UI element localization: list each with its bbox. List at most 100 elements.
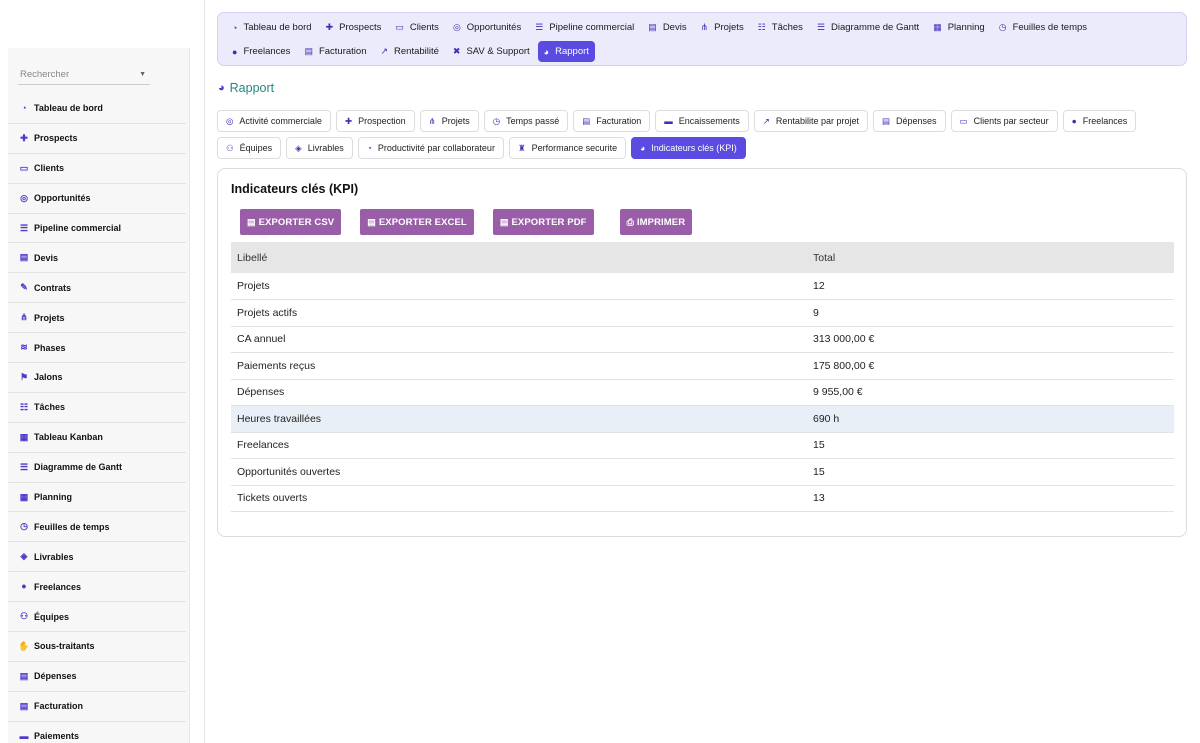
- sidebar-item-projets[interactable]: ⋔ Projets: [8, 303, 186, 334]
- nav-item-opportunites-label: Opportunités: [466, 22, 522, 33]
- tab-temps-passe[interactable]: ◷ Temps passé: [483, 110, 569, 132]
- tab-rentabilite-par-projet[interactable]: ↗ Rentabilite par projet: [753, 110, 868, 132]
- nav-item-freelances[interactable]: ● Freelances: [226, 41, 296, 62]
- nav-item-sav-support[interactable]: ✖ SAV & Support: [447, 41, 536, 62]
- print-button[interactable]: ⎙ IMPRIMER: [619, 209, 693, 235]
- tab-performance-securite[interactable]: ♜ Performance securite: [508, 137, 627, 159]
- table-header-row: Libellé Total: [231, 242, 1174, 273]
- kpi-label-cell: CA annuel: [231, 326, 808, 353]
- export-csv-button[interactable]: ▤ EXPORTER CSV: [240, 209, 342, 235]
- nav-item-pipeline-commercial[interactable]: ☰ Pipeline commercial: [529, 17, 640, 38]
- tab-clients-par-secteur[interactable]: ▭ Clients par secteur: [950, 110, 1058, 132]
- sidebar-item-pipeline-commercial-label: Pipeline commercial: [34, 223, 122, 233]
- sidebar-item-depenses[interactable]: ▤ Dépenses: [8, 662, 186, 692]
- nav-item-facturation[interactable]: ▤ Facturation: [298, 41, 372, 62]
- tab-facturation-label: Facturation: [596, 116, 642, 126]
- clock-icon: ◷: [20, 521, 28, 532]
- nav-item-rentabilite[interactable]: ↗ Rentabilité: [374, 41, 444, 62]
- gauge-icon: ◔: [366, 143, 372, 153]
- sidebar-item-freelances[interactable]: ● Freelances: [8, 572, 186, 603]
- pie-chart-icon: ◕: [640, 143, 646, 153]
- clock-icon: ◷: [998, 22, 1007, 32]
- sidebar-item-opportunites[interactable]: ◎ Opportunités: [8, 184, 186, 214]
- export-excel-button[interactable]: ▤ EXPORTER EXCEL: [360, 209, 474, 235]
- kpi-table: Libellé Total Projets 12 Projets actifs 9 CA…: [231, 242, 1174, 512]
- trophy-icon: ♜: [517, 142, 526, 153]
- id-card-icon: ▭: [19, 162, 29, 173]
- users-icon: ⚇: [19, 611, 29, 622]
- sidebar-item-livrables[interactable]: ◈ Livrables: [8, 542, 186, 573]
- kpi-total-cell: 690 h: [808, 405, 1174, 433]
- user-icon: ●: [1071, 116, 1077, 126]
- kpi-total-cell: 12: [808, 273, 1174, 300]
- sidebar-item-devis[interactable]: ▤ Devis: [8, 243, 186, 274]
- receipt-icon: ▤: [881, 115, 891, 126]
- nav-item-rapport[interactable]: ◕ Rapport: [537, 41, 595, 62]
- sidebar-item-sous-traitants[interactable]: ✋ Sous-traitants: [8, 632, 186, 662]
- sidebar-search-placeholder: Rechercher: [20, 69, 70, 80]
- user-icon: ●: [232, 46, 238, 57]
- sidebar-item-prospects[interactable]: ✚ Prospects: [8, 124, 186, 154]
- sidebar-item-diagramme-de-gantt[interactable]: ☰ Diagramme de Gantt: [8, 453, 186, 483]
- tab-activite-commerciale[interactable]: ◎ Activité commerciale: [217, 110, 331, 132]
- tab-livrables[interactable]: ◈ Livrables: [286, 137, 353, 159]
- nav-item-prospects-label: Prospects: [339, 22, 382, 33]
- calendar-icon: ▦: [933, 22, 942, 32]
- tab-indicateurs-cles-kpi[interactable]: ◕ Indicateurs clés (KPI): [631, 137, 746, 159]
- sidebar-search-select[interactable]: Rechercher ▼: [18, 65, 150, 85]
- tab-freelances[interactable]: ● Freelances: [1062, 110, 1137, 132]
- calendar-icon: ▦: [19, 491, 29, 502]
- sidebar-item-depenses-label: Dépenses: [34, 671, 77, 682]
- nav-item-devis[interactable]: ▤ Devis: [642, 17, 692, 38]
- kpi-label-cell: Dépenses: [231, 379, 808, 406]
- gauge-icon: ◔: [21, 102, 27, 113]
- box-icon: ◈: [20, 551, 28, 562]
- tab-performance-securite-label: Performance securite: [531, 143, 618, 153]
- nav-item-projets[interactable]: ⋔ Projets: [695, 17, 750, 38]
- kpi-total-cell: 13: [808, 485, 1174, 512]
- tab-encaissements[interactable]: ▬ Encaissements: [655, 110, 749, 132]
- nav-item-diagramme-de-gantt[interactable]: ☰ Diagramme de Gantt: [811, 17, 925, 38]
- tab-equipes[interactable]: ⚇ Équipes: [217, 137, 282, 159]
- pie-chart-icon: ◕: [218, 82, 225, 94]
- nav-item-opportunites[interactable]: ◎ Opportunités: [447, 17, 527, 38]
- money-icon: ▬: [19, 730, 29, 741]
- sidebar-item-paiements[interactable]: ▬ Paiements: [8, 722, 186, 743]
- sidebar-item-planning[interactable]: ▦ Planning: [8, 483, 186, 513]
- tab-depenses[interactable]: ▤ Dépenses: [872, 110, 946, 132]
- sidebar-item-jalons[interactable]: ⚑ Jalons: [8, 363, 186, 393]
- sidebar-item-feuilles-de-temps[interactable]: ◷ Feuilles de temps: [8, 512, 186, 543]
- nav-item-clients[interactable]: ▭ Clients: [389, 17, 445, 38]
- handshake-icon: ✋: [18, 640, 30, 651]
- table-row: Projets actifs 9: [231, 299, 1174, 327]
- sidebar-item-phases[interactable]: ≋ Phases: [8, 333, 186, 364]
- export-pdf-button[interactable]: ▤ EXPORTER PDF: [492, 209, 594, 235]
- export-csv-label: EXPORTER CSV: [258, 216, 335, 228]
- printer-icon: ⎙: [626, 216, 634, 227]
- table-row: CA annuel 313 000,00 €: [231, 326, 1174, 353]
- document-icon: ▤: [648, 22, 657, 32]
- nav-item-prospects[interactable]: ✚ Prospects: [320, 17, 388, 38]
- sidebar-item-clients[interactable]: ▭ Clients: [8, 154, 186, 184]
- nav-item-taches[interactable]: ☷ Tâches: [752, 17, 809, 38]
- sidebar-item-tableau-kanban[interactable]: ▦ Tableau Kanban: [8, 423, 186, 453]
- nav-item-tableau-de-bord[interactable]: ◔ Tableau de bord: [226, 17, 318, 38]
- file-csv-icon: ▤: [247, 216, 256, 227]
- table-row: Freelances 15: [231, 432, 1174, 459]
- nav-item-planning[interactable]: ▦ Planning: [927, 17, 991, 38]
- sidebar-item-taches[interactable]: ☷ Tâches: [8, 393, 186, 423]
- tab-projets[interactable]: ⋔ Projets: [419, 110, 479, 132]
- sidebar-item-pipeline-commercial[interactable]: ☰ Pipeline commercial: [8, 214, 186, 244]
- tab-temps-passe-label: Temps passé: [506, 116, 560, 126]
- tab-prospection[interactable]: ✚ Prospection: [335, 110, 415, 132]
- sidebar-item-facturation[interactable]: ▤ Facturation: [8, 692, 186, 722]
- kpi-total-cell: 313 000,00 €: [808, 326, 1174, 353]
- nav-item-feuilles-de-temps[interactable]: ◷ Feuilles de temps: [993, 17, 1093, 38]
- tab-productivite-par-collaborateur[interactable]: ◔ Productivité par collaborateur: [357, 137, 504, 159]
- sidebar-item-tableau-de-bord[interactable]: ◔ Tableau de bord: [8, 94, 186, 124]
- nav-item-rapport-label: Rapport: [555, 46, 589, 57]
- sidebar-item-equipes[interactable]: ⚇ Équipes: [8, 602, 186, 633]
- support-icon: ✖: [452, 46, 461, 56]
- sidebar-item-contrats[interactable]: ✎ Contrats: [8, 273, 186, 304]
- tab-facturation[interactable]: ▤ Facturation: [573, 110, 651, 132]
